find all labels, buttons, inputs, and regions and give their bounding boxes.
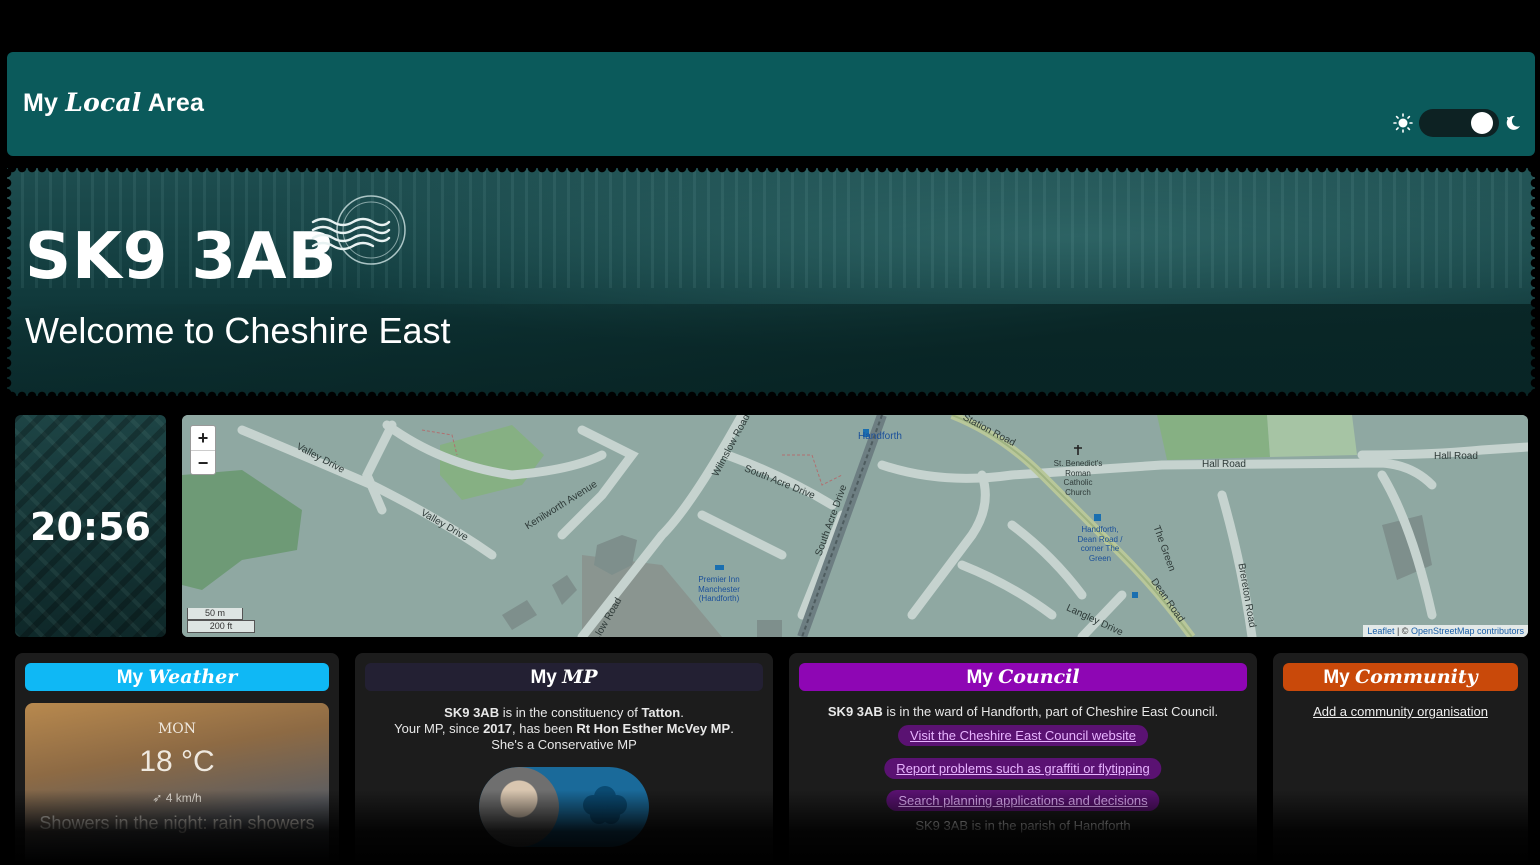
title-em: MP — [562, 666, 598, 688]
leaflet-link[interactable]: Leaflet — [1367, 626, 1394, 636]
brand-my: My — [23, 89, 59, 117]
theme-toggle-group — [1385, 107, 1525, 139]
weather-wind: ➶ 4 km/h — [25, 791, 329, 805]
title-my: My — [530, 667, 557, 688]
map-label: Handforth, Dean Road / corner The Green — [1077, 525, 1123, 563]
moon-icon — [1506, 115, 1520, 130]
title-em: Community — [1355, 666, 1478, 688]
map-label: Hall Road — [1434, 451, 1478, 462]
title-my: My — [966, 667, 993, 688]
weather-day: MON — [157, 721, 197, 737]
mp-text: is in the constituency of — [499, 705, 642, 720]
map-park-area — [1157, 415, 1270, 460]
title-my: My — [1323, 667, 1350, 688]
mp-text: . — [680, 705, 684, 720]
weather-description: Showers in the night: rain showers — [39, 813, 315, 833]
mp-text: . — [730, 721, 734, 736]
title-em: Council — [998, 666, 1080, 688]
title-em: Weather — [148, 666, 238, 688]
stamp-edge — [7, 168, 1535, 176]
stamp-edge — [7, 168, 15, 396]
council-parish-line: SK9 3AB is in the parish of Handforth — [915, 818, 1131, 833]
map-label: Handforth — [858, 431, 902, 442]
mp-constituency: Tatton — [641, 705, 681, 720]
mp-name: Rt Hon Esther McVey MP — [576, 721, 731, 736]
map-tiles[interactable] — [182, 415, 1528, 637]
mp-text: , has been — [511, 721, 577, 736]
wind-icon: ➶ — [152, 791, 166, 805]
clock-card: 20:56 — [15, 415, 166, 637]
map-zoom-control: + − — [190, 425, 216, 475]
council-ward-line: SK9 3AB is in the ward of Handforth, par… — [789, 704, 1257, 720]
hotel-icon — [715, 565, 724, 570]
mp-party-line: She's a Conservative MP — [491, 737, 637, 752]
mp-text: Your MP, since — [394, 721, 484, 736]
hero-banner: SK9 3AB Welcome to Cheshire East — [7, 168, 1535, 396]
local-time: 20:56 — [30, 505, 151, 549]
mp-constituency-line: SK9 3AB is in the constituency of Tatton… — [355, 705, 773, 721]
mp-name-line: Your MP, since 2017, has been Rt Hon Est… — [355, 721, 773, 737]
map-label: St. Benedict's Roman Catholic Church — [1053, 459, 1103, 497]
bus-stop-icon — [1132, 592, 1138, 598]
dark-mode-toggle[interactable] — [1419, 109, 1499, 137]
postmark-icon — [311, 195, 406, 265]
attribution-separator: | © — [1394, 626, 1411, 636]
report-problems-link[interactable]: Report problems such as graffiti or flyt… — [884, 758, 1162, 779]
wind-speed: 4 km/h — [165, 791, 202, 805]
stamp-edge — [7, 388, 1535, 396]
postcode-heading: SK9 3AB — [25, 220, 338, 294]
weather-panel: MON 18 °C ➶ 4 km/h Showers in the night:… — [25, 703, 329, 865]
mp-photo — [479, 767, 559, 847]
map-scale: 50 m 200 ft — [187, 608, 255, 633]
stamp-edge — [1527, 168, 1535, 396]
map-label: Premier Inn Manchester (Handforth) — [698, 575, 740, 603]
site-header: My Local Area — [7, 52, 1535, 156]
add-community-organisation-link[interactable]: Add a community organisation — [1273, 704, 1528, 719]
zoom-out-button[interactable]: − — [191, 450, 215, 474]
planning-applications-link[interactable]: Search planning applications and decisio… — [886, 790, 1160, 811]
map-attribution: Leaflet | © OpenStreetMap contributors — [1363, 625, 1528, 637]
community-card-title: My Community — [1283, 663, 1518, 691]
brand-local: Local — [65, 88, 142, 117]
title-my: My — [116, 667, 144, 688]
weather-temperature: 18 °C — [139, 745, 215, 778]
mp-card: My MP SK9 3AB is in the constituency of … — [355, 653, 773, 865]
sun-icon — [1393, 113, 1413, 133]
weather-card: My Weather MON 18 °C ➶ 4 km/h Showers in… — [15, 653, 339, 865]
map-park-area — [1267, 415, 1357, 457]
party-tree-icon — [583, 786, 627, 824]
scale-metric: 50 m — [187, 608, 243, 620]
map-label: Hall Road — [1202, 459, 1246, 470]
brand-area: Area — [147, 89, 205, 117]
council-ward-text: is in the ward of Handforth, part of Che… — [882, 704, 1219, 719]
council-card: My Council SK9 3AB is in the ward of Han… — [789, 653, 1257, 865]
osm-link[interactable]: OpenStreetMap contributors — [1411, 626, 1524, 636]
mp-card-title: My MP — [365, 663, 763, 691]
mp-postcode: SK9 3AB — [444, 705, 500, 720]
mp-profile[interactable] — [479, 767, 649, 847]
area-map[interactable]: Valley Drive Valley Drive Kenilworth Ave… — [182, 415, 1528, 637]
community-card: My Community Add a community organisatio… — [1273, 653, 1528, 865]
toggle-knob — [1471, 112, 1493, 134]
scale-imperial: 200 ft — [187, 620, 255, 633]
site-brand[interactable]: My Local Area — [23, 88, 204, 118]
zoom-in-button[interactable]: + — [191, 426, 215, 450]
council-website-link[interactable]: Visit the Cheshire East Council website — [898, 725, 1148, 746]
council-card-title: My Council — [799, 663, 1247, 691]
welcome-text: Welcome to Cheshire East — [25, 310, 451, 351]
council-postcode: SK9 3AB — [827, 704, 883, 719]
mp-since-year: 2017 — [483, 721, 512, 736]
weather-card-title: My Weather — [25, 663, 329, 691]
bus-stop-icon — [1094, 514, 1101, 521]
